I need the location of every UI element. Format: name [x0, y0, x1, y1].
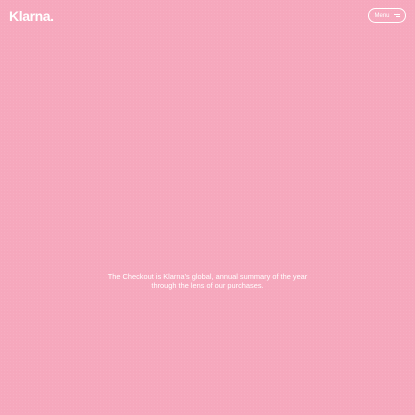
- background-texture: [0, 0, 415, 415]
- menu-label: Menu: [374, 12, 390, 19]
- klarna-logo[interactable]: Klarna.: [9, 9, 54, 23]
- tagline-line-1: The Checkout is Klarna’s global, annual …: [107, 272, 308, 281]
- hamburger-icon: [393, 13, 400, 19]
- tagline-line-2: through the lens of our purchases.: [151, 281, 264, 291]
- menu-button[interactable]: Menu: [368, 8, 406, 23]
- hero-tagline: The Checkout is Klarna’s global, annual …: [0, 272, 415, 291]
